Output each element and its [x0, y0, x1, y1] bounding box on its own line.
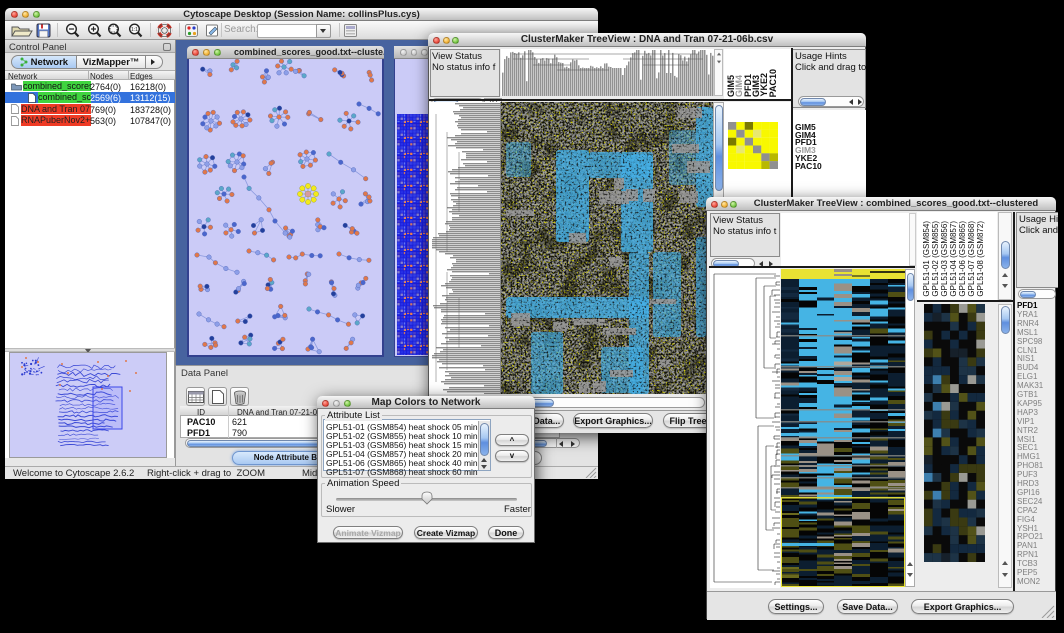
- svg-text:1:1: 1:1: [131, 27, 138, 33]
